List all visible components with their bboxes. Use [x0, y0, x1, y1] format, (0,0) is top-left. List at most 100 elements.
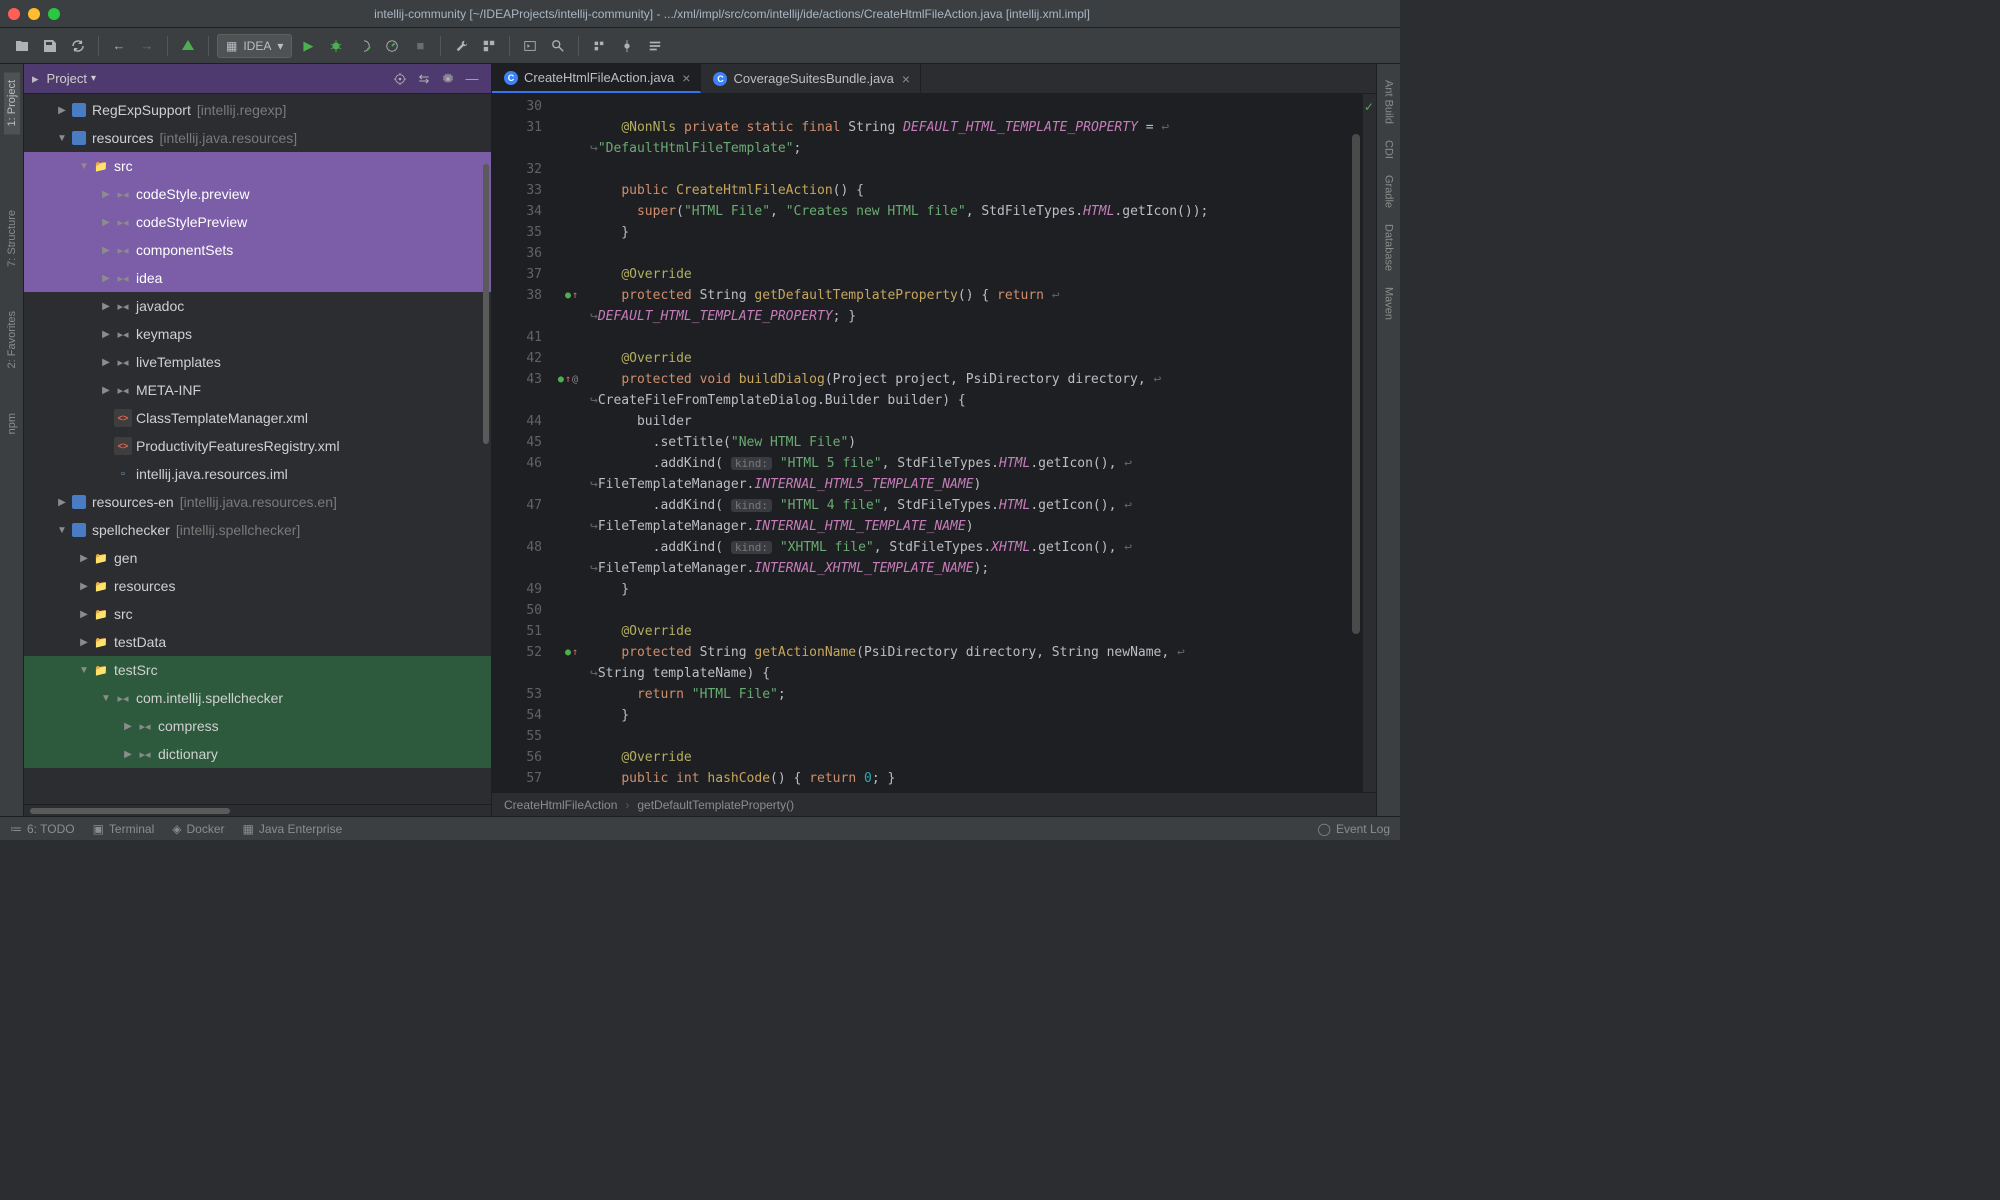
project-tree[interactable]: ▶ RegExpSupport [intellij.regexp] ▼ reso… — [24, 94, 491, 804]
tree-arrow-icon[interactable]: ▶ — [98, 301, 114, 312]
tree-row[interactable]: ▶ ▸◂ compress — [24, 712, 491, 740]
tree-arrow-icon[interactable]: ▶ — [98, 385, 114, 396]
tree-arrow-icon[interactable]: ▶ — [76, 609, 92, 620]
breadcrumb[interactable]: CreateHtmlFileAction › getDefaultTemplat… — [492, 792, 1376, 816]
breadcrumb-item[interactable]: CreateHtmlFileAction — [504, 798, 617, 812]
editor-tab[interactable]: C CreateHtmlFileAction.java × — [492, 64, 701, 93]
tree-arrow-icon[interactable]: ▼ — [54, 133, 70, 144]
rail-favorites[interactable]: 2: Favorites — [4, 303, 20, 376]
tree-row[interactable]: <> ClassTemplateManager.xml — [24, 404, 491, 432]
tree-row[interactable]: ▼ 📁 testSrc — [24, 656, 491, 684]
open-icon[interactable] — [10, 34, 34, 58]
tree-arrow-icon[interactable]: ▶ — [120, 749, 136, 760]
tree-arrow-icon[interactable]: ▶ — [76, 637, 92, 648]
tree-row[interactable]: ▶ ▸◂ keymaps — [24, 320, 491, 348]
gear-icon[interactable] — [437, 68, 459, 90]
tree-scrollbar-thumb[interactable] — [483, 164, 489, 444]
maximize-window-button[interactable] — [48, 8, 60, 20]
rail-maven[interactable]: Maven — [1381, 279, 1397, 328]
tree-row[interactable]: ▼ resources [intellij.java.resources] — [24, 124, 491, 152]
tree-row[interactable]: ▫ intellij.java.resources.iml — [24, 460, 491, 488]
tree-row[interactable]: ▶ ▸◂ dictionary — [24, 740, 491, 768]
sync-icon[interactable] — [66, 34, 90, 58]
sb-docker[interactable]: ◈ Docker — [172, 822, 224, 836]
rail-database[interactable]: Database — [1381, 216, 1397, 279]
close-window-button[interactable] — [8, 8, 20, 20]
rail-cdi[interactable]: CDI — [1381, 132, 1397, 167]
tree-arrow-icon[interactable]: ▶ — [54, 497, 70, 508]
tree-arrow-icon[interactable]: ▶ — [98, 329, 114, 340]
tree-arrow-icon[interactable]: ▼ — [76, 665, 92, 676]
tree-row[interactable]: ▶ ▸◂ javadoc — [24, 292, 491, 320]
tree-arrow-icon[interactable]: ▶ — [98, 245, 114, 256]
tree-arrow-icon[interactable]: ▶ — [98, 357, 114, 368]
locate-icon[interactable] — [389, 68, 411, 90]
error-stripe[interactable]: ✓ — [1362, 94, 1376, 792]
rail-npm[interactable]: npm — [4, 405, 20, 442]
tree-arrow-icon[interactable]: ▶ — [98, 217, 114, 228]
tree-row[interactable]: ▶ ▸◂ idea — [24, 264, 491, 292]
tree-row[interactable]: ▶ ▸◂ componentSets — [24, 236, 491, 264]
tree-row[interactable]: ▶ ▸◂ codeStylePreview — [24, 208, 491, 236]
close-tab-icon[interactable]: × — [900, 71, 912, 87]
rail-ant[interactable]: Ant Build — [1381, 72, 1397, 132]
rail-structure[interactable]: 7: Structure — [4, 202, 20, 275]
build-icon[interactable] — [176, 34, 200, 58]
editor-scrollbar-thumb[interactable] — [1352, 134, 1360, 634]
tree-row[interactable]: ▼ spellchecker [intellij.spellchecker] — [24, 516, 491, 544]
expand-all-icon[interactable]: ⇆ — [413, 68, 435, 90]
tree-arrow-icon[interactable]: ▶ — [98, 189, 114, 200]
tree-row[interactable]: ▶ 📁 testData — [24, 628, 491, 656]
rail-project[interactable]: 1: Project — [4, 72, 20, 134]
project-structure-icon[interactable] — [477, 34, 501, 58]
sb-todo[interactable]: ≔ 6: TODO — [10, 822, 75, 836]
save-all-icon[interactable] — [38, 34, 62, 58]
tree-arrow-icon[interactable]: ▼ — [54, 525, 70, 536]
tree-row[interactable]: ▶ 📁 gen — [24, 544, 491, 572]
run-icon[interactable]: ▶ — [296, 34, 320, 58]
rail-gradle[interactable]: Gradle — [1381, 167, 1397, 216]
tree-row[interactable]: ▶ RegExpSupport [intellij.regexp] — [24, 96, 491, 124]
back-icon[interactable]: ← — [107, 34, 131, 58]
coverage-icon[interactable] — [352, 34, 376, 58]
sb-event-log[interactable]: ◯ Event Log — [1318, 822, 1390, 836]
forward-icon[interactable]: → — [135, 34, 159, 58]
tree-arrow-icon[interactable]: ▶ — [76, 553, 92, 564]
close-tab-icon[interactable]: × — [680, 70, 692, 86]
run-configuration-selector[interactable]: ▦ IDEA ▾ — [217, 34, 292, 58]
tree-arrow-icon[interactable]: ▶ — [98, 273, 114, 284]
stop-icon[interactable]: ■ — [408, 34, 432, 58]
tree-arrow-icon[interactable]: ▶ — [54, 105, 70, 116]
tree-arrow-icon[interactable]: ▶ — [76, 581, 92, 592]
tree-row[interactable]: ▶ 📁 src — [24, 600, 491, 628]
tree-arrow-icon[interactable]: ▶ — [120, 721, 136, 732]
tree-hscroll-thumb[interactable] — [30, 808, 230, 814]
editor-tab[interactable]: C CoverageSuitesBundle.java × — [701, 64, 921, 93]
tree-row[interactable]: ▶ 📁 resources — [24, 572, 491, 600]
code-editor[interactable]: @NonNls private static final String DEFA… — [582, 94, 1376, 792]
search-icon[interactable] — [546, 34, 570, 58]
tree-row[interactable]: ▶ ▸◂ META-INF — [24, 376, 491, 404]
tree-hscroll[interactable] — [24, 804, 491, 816]
tree-arrow-icon[interactable]: ▼ — [76, 161, 92, 172]
run-anything-icon[interactable] — [518, 34, 542, 58]
profile-icon[interactable] — [380, 34, 404, 58]
debug-icon[interactable] — [324, 34, 348, 58]
tree-row[interactable]: ▶ ▸◂ liveTemplates — [24, 348, 491, 376]
tree-row[interactable]: ▼ 📁 src — [24, 152, 491, 180]
tree-row[interactable]: <> ProductivityFeaturesRegistry.xml — [24, 432, 491, 460]
minimize-window-button[interactable] — [28, 8, 40, 20]
panel-title[interactable]: Project ▾ — [47, 71, 381, 86]
vcs-history-icon[interactable] — [643, 34, 667, 58]
tree-row[interactable]: ▼ ▸◂ com.intellij.spellchecker — [24, 684, 491, 712]
sb-java-enterprise[interactable]: ▦ Java Enterprise — [243, 822, 343, 836]
tree-arrow-icon[interactable]: ▼ — [98, 693, 114, 704]
breadcrumb-item[interactable]: getDefaultTemplateProperty() — [637, 798, 794, 812]
tree-row[interactable]: ▶ resources-en [intellij.java.resources.… — [24, 488, 491, 516]
wrench-icon[interactable] — [449, 34, 473, 58]
hide-icon[interactable]: — — [461, 68, 483, 90]
tree-row[interactable]: ▶ ▸◂ codeStyle.preview — [24, 180, 491, 208]
sb-terminal[interactable]: ▣ Terminal — [93, 822, 155, 836]
vcs-update-icon[interactable] — [587, 34, 611, 58]
vcs-commit-icon[interactable] — [615, 34, 639, 58]
